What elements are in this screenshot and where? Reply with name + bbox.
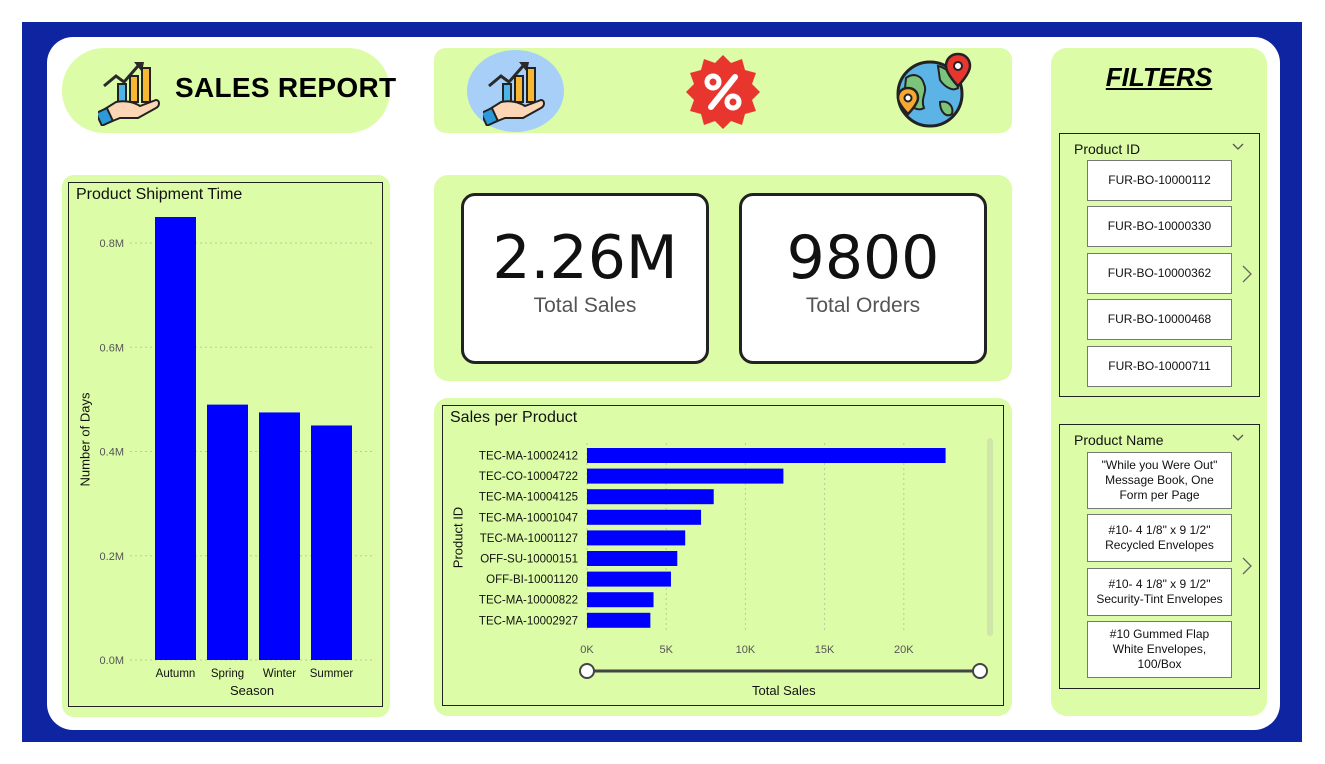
product-name-option[interactable]: "While you Were Out" Message Book, One F… [1087, 452, 1232, 509]
y-category-label: TEC-MA-10000822 [479, 595, 578, 607]
y-category-label: TEC-MA-10001127 [480, 533, 578, 545]
chevron-right-icon[interactable] [1240, 263, 1254, 285]
shipment-y-axis-label: Number of Days [77, 392, 93, 487]
product-id-slicer[interactable]: Product ID FUR-BO-10000112 FUR-BO-100003… [1059, 133, 1260, 397]
sales-product-x-axis-label: Total Sales [752, 683, 816, 698]
vertical-scrollbar[interactable] [987, 438, 993, 636]
product-id-option[interactable]: FUR-BO-10000468 [1087, 299, 1232, 340]
shipment-chart-plot: 0.0M 0.2M 0.4M 0.6M 0.8M Autumn Spring Winter Su… [100, 217, 373, 680]
product-name-option[interactable]: #10- 4 1/8" x 9 1/2" Security-Tint Envel… [1087, 568, 1232, 616]
shipment-bar[interactable] [259, 412, 300, 660]
x-category-label: Winter [263, 668, 296, 680]
y-category-label: OFF-SU-10000151 [480, 554, 578, 566]
product-name-option[interactable]: #10- 4 1/8" x 9 1/2" Recycled Envelopes [1087, 514, 1232, 562]
x-category-label: Summer [310, 668, 354, 680]
y-category-label: TEC-MA-10002412 [479, 451, 578, 463]
sales-bar[interactable] [587, 612, 651, 628]
globe-location-icon[interactable] [894, 52, 972, 130]
product-name-slicer-title: Product Name [1074, 432, 1164, 448]
x-category-label: Spring [211, 668, 244, 680]
product-name-slicer[interactable]: Product Name "While you Were Out" Messag… [1059, 424, 1260, 689]
total-orders-card[interactable]: 9800 Total Orders [739, 193, 987, 364]
total-sales-label: Total Sales [533, 294, 637, 317]
product-id-option[interactable]: FUR-BO-10000112 [1087, 160, 1232, 201]
sales-bar[interactable] [587, 468, 784, 484]
y-tick-label: 0.2M [100, 551, 124, 563]
x-tick-label: 10K [736, 644, 756, 656]
x-tick-label: 20K [894, 644, 914, 656]
range-slider-handle-end[interactable] [972, 663, 988, 679]
shipment-bar[interactable] [311, 425, 352, 660]
chevron-right-icon[interactable] [1240, 555, 1254, 577]
total-orders-label: Total Orders [805, 294, 921, 317]
report-title: SALES REPORT [175, 72, 397, 103]
sales-bar[interactable] [587, 571, 671, 587]
range-slider-handle-start[interactable] [579, 663, 595, 679]
product-id-slicer-title: Product ID [1074, 141, 1141, 157]
sales-growth-icon [98, 62, 160, 126]
y-category-label: TEC-CO-10004722 [479, 471, 578, 483]
sales-bar[interactable] [587, 509, 702, 525]
chevron-down-icon[interactable] [1231, 140, 1245, 154]
y-tick-label: 0.8M [100, 238, 124, 250]
y-category-label: TEC-MA-10004125 [479, 492, 578, 504]
total-orders-value: 9800 [786, 223, 940, 293]
y-category-label: TEC-MA-10002927 [479, 615, 578, 627]
x-tick-label: 0K [580, 644, 594, 656]
y-tick-label: 0.0M [100, 655, 124, 667]
product-id-option[interactable]: FUR-BO-10000330 [1087, 206, 1232, 247]
sales-product-y-axis-label: Product ID [450, 506, 466, 569]
sales-bar[interactable] [587, 489, 714, 505]
filters-title: FILTERS [1105, 62, 1213, 92]
product-id-option[interactable]: FUR-BO-10000711 [1087, 346, 1232, 387]
y-category-label: OFF-BI-10001120 [486, 574, 578, 586]
product-name-option[interactable]: #10 Gummed Flap White Envelopes, 100/Box [1087, 621, 1232, 678]
chevron-down-icon[interactable] [1231, 431, 1245, 445]
sales-product-chart-plot: 0K 5K 10K 15K 20K TEC-MA-10002412 TEC-CO-10004… [479, 438, 993, 679]
x-tick-label: 5K [659, 644, 673, 656]
x-tick-label: 15K [815, 644, 835, 656]
y-tick-label: 0.4M [100, 447, 124, 459]
sales-bar[interactable] [587, 592, 654, 608]
y-category-label: TEC-MA-10001047 [479, 512, 578, 524]
percent-badge-icon[interactable] [684, 53, 762, 129]
sales-bar[interactable] [587, 551, 678, 566]
y-tick-label: 0.6M [100, 342, 124, 354]
sales-bar[interactable] [587, 530, 686, 546]
shipment-bar[interactable] [155, 217, 196, 660]
product-id-option[interactable]: FUR-BO-10000362 [1087, 253, 1232, 294]
total-sales-value: 2.26M [492, 223, 678, 293]
sales-growth-icon[interactable] [483, 56, 547, 126]
shipment-x-axis-label: Season [230, 683, 275, 698]
sales-bar[interactable] [587, 448, 946, 463]
total-sales-card[interactable]: 2.26M Total Sales [461, 193, 709, 364]
shipment-bar[interactable] [207, 404, 248, 660]
x-category-label: Autumn [156, 668, 196, 680]
